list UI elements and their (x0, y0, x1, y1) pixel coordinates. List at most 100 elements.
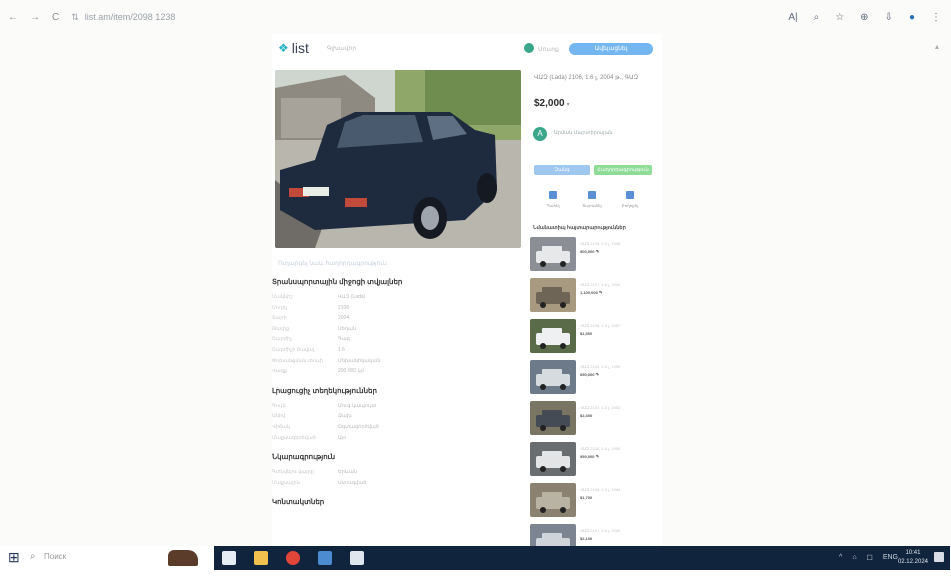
weather-widget-icon[interactable] (168, 550, 198, 566)
taskbar-apps: ^ ⌂ ☐ ENG 10:41 02.12.2024 (214, 546, 950, 570)
similar-listing[interactable]: ՎԱԶ 2106, 1.5 լ, 1990 650,000 ֏ (530, 360, 660, 396)
similar-listing[interactable]: ՎԱԶ 2107, 1.6 լ, 2004 1,100,000 ֏ (530, 278, 660, 314)
listing-photo[interactable] (275, 70, 521, 248)
similar-listing[interactable]: ՎԱԶ 2107, 1.5 լ, 2002 $2,300 (530, 401, 660, 437)
zoom-icon[interactable]: ⌕ (814, 12, 820, 23)
account-avatar-icon[interactable] (524, 43, 534, 53)
spec-value: Այո (338, 434, 347, 441)
back-icon[interactable]: ← (8, 12, 18, 23)
similar-price: 1,100,000 ֏ (580, 290, 602, 295)
save-action[interactable]: Պահել (538, 191, 568, 208)
spec-value: 200 000 կմ (338, 368, 364, 375)
similar-price: 950,000 ֏ (580, 454, 599, 459)
spec-value: ՎԱԶ (Lada) (338, 294, 366, 300)
spec-row: Մաքսային Ստուգված (272, 480, 522, 490)
spec-label: Փոխանցման տուփ (272, 357, 324, 364)
reload-icon[interactable]: C (52, 12, 59, 23)
similar-title[interactable]: ՎԱԶ 2106, 1.5 լ, 1990 (580, 364, 656, 370)
spec-value: Ձախ (338, 413, 352, 420)
spec-row: Գտնվելու վայրը Երևան (272, 469, 522, 479)
spec-label: Մաքսային (272, 479, 300, 486)
system-tray: ^ ⌂ ☐ ENG (839, 554, 898, 562)
taskbar-search[interactable]: Поиск (44, 552, 66, 561)
file-explorer-icon[interactable] (254, 551, 268, 565)
chrome-icon[interactable] (286, 551, 300, 565)
app-icon[interactable] (350, 551, 364, 565)
report-action[interactable]: Բողոքել (615, 191, 645, 208)
extensions-icon[interactable]: ⊕ (860, 12, 868, 23)
download-icon[interactable]: ⇩ (885, 12, 893, 23)
similar-thumbnail[interactable] (530, 237, 576, 271)
volume-icon[interactable]: ☐ (867, 554, 873, 562)
windows-start-icon[interactable]: ⊞ (8, 549, 20, 566)
similar-heading: Նմանատիպ հայտարարություններ (533, 225, 626, 231)
spec-row: Անիվ Ձախ (272, 413, 522, 423)
clock-date: 02.12.2024 (897, 559, 928, 565)
spec-row: Մակնիշ ՎԱԶ (Lada) (272, 294, 522, 304)
notifications-icon[interactable] (934, 552, 944, 562)
similar-listing[interactable]: ՎԱԶ 2106, 1.3 լ, 1987 $1,500 (530, 319, 660, 355)
similar-title[interactable]: ՎԱԶ 2107, 1.6 լ, 2004 (580, 282, 656, 288)
spec-row: Վիճակ Օգտագործված (272, 424, 522, 434)
similar-title[interactable]: ՎԱԶ 2106, 1.6 լ, 1995 (580, 446, 656, 452)
menu-dots-icon[interactable]: ⋮ (931, 12, 941, 23)
share-action[interactable]: Տարածել (577, 191, 607, 208)
forward-icon[interactable]: → (30, 12, 40, 23)
site-header: ❖ list Գլխավոր Մուտք Ավելացնել հայտարարո… (272, 34, 662, 64)
similar-listing[interactable]: ՎԱԶ 2106, 1.3 լ, 1984 $1,700 (530, 483, 660, 519)
address-bar[interactable]: ⇅ list.am/item/2098 1238 (71, 12, 175, 23)
header-nav-link[interactable]: Գլխավոր (327, 45, 356, 52)
spec-row: Տարի 2004 (272, 315, 522, 325)
url-text: list.am/item/2098 1238 (84, 12, 176, 22)
store-icon[interactable] (318, 551, 332, 565)
similar-listing[interactable]: ՎԱԶ 2106, 1.6 լ, 1995 950,000 ֏ (530, 442, 660, 478)
similar-title[interactable]: ՎԱԶ 2106, 1.3 լ, 1987 (580, 323, 656, 329)
similar-thumbnail[interactable] (530, 483, 576, 517)
share-icon (588, 191, 596, 199)
listing-price: $2,000 ▾ (534, 98, 570, 109)
task-view-icon[interactable] (222, 551, 236, 565)
similar-title[interactable]: ՎԱԶ 2107, 1.5 լ, 2000 (580, 528, 656, 534)
call-button[interactable]: Զանգ (534, 165, 590, 175)
bookmark-icon (549, 191, 557, 199)
similar-thumbnail[interactable] (530, 401, 576, 435)
similar-title[interactable]: ՎԱԶ 2107, 1.5 լ, 2002 (580, 405, 656, 411)
photo-caption[interactable]: Ուղարկել նաև հաղորդագրություն (278, 260, 387, 267)
tray-chevron-icon[interactable]: ^ (839, 554, 842, 562)
bookmark-star-icon[interactable]: ☆ (835, 12, 844, 23)
flag-icon (626, 191, 634, 199)
similar-thumbnail[interactable] (530, 360, 576, 394)
login-link[interactable]: Մուտք (538, 46, 559, 53)
page-scrollbar[interactable]: ▴ (935, 42, 943, 542)
similar-title[interactable]: ՎԱԶ 2106, 1.5 լ, 1998 (580, 241, 656, 247)
message-button[interactable]: Հաղորդագրություն (594, 165, 652, 175)
similar-thumbnail[interactable] (530, 524, 576, 546)
site-info-icon[interactable]: ⇅ (71, 12, 79, 23)
similar-thumbnail[interactable] (530, 278, 576, 312)
clock[interactable]: 10:41 02.12.2024 (898, 549, 928, 567)
spec-row: Թափք Սեդան (272, 326, 522, 336)
seller-avatar[interactable]: A (533, 127, 547, 141)
similar-price: $1,500 (580, 331, 593, 336)
currency-toggle-icon[interactable]: ▾ (567, 102, 570, 108)
site-logo[interactable]: ❖ list (278, 40, 309, 56)
network-icon[interactable]: ⌂ (852, 554, 856, 562)
spec-row: Մաքսազերծված Այո (272, 435, 522, 445)
spec-label: Անիվ (272, 413, 286, 420)
similar-title[interactable]: ՎԱԶ 2106, 1.3 լ, 1984 (580, 487, 656, 493)
browser-toolbar: ← → C ⇅ list.am/item/2098 1238 A| ⌕ ☆ ⊕ … (0, 0, 951, 34)
profile-icon[interactable]: ● (909, 12, 915, 23)
language-indicator[interactable]: ENG (883, 554, 898, 562)
similar-listing[interactable]: ՎԱԶ 2107, 1.5 լ, 2000 $2,100 (530, 524, 660, 546)
similar-thumbnail[interactable] (530, 319, 576, 353)
section-title: Կոնտակտներ (272, 499, 325, 507)
spec-value: Գազ (338, 336, 350, 343)
similar-thumbnail[interactable] (530, 442, 576, 476)
post-ad-button[interactable]: Ավելացնել հայտարարություն (569, 43, 653, 64)
similar-listing[interactable]: ՎԱԶ 2106, 1.5 լ, 1998 900,000 ֏ (530, 237, 660, 273)
seller-name[interactable]: Արման Մարտիրոսյան (554, 130, 613, 136)
translate-icon[interactable]: A| (788, 12, 797, 23)
search-icon[interactable]: ⌕ (30, 551, 36, 562)
similar-price: 650,000 ֏ (580, 372, 599, 377)
price-value: $2,000 (534, 98, 565, 109)
